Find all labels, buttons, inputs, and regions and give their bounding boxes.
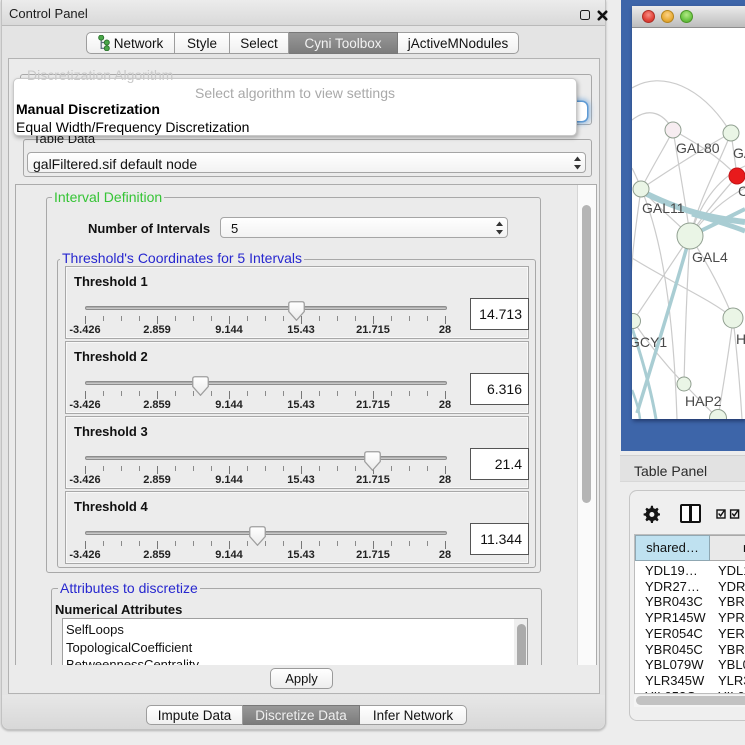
svg-text:GAL4: GAL4 xyxy=(692,249,728,265)
svg-text:GAL…: GAL… xyxy=(733,145,745,161)
svg-text:C…: C… xyxy=(738,183,745,199)
svg-text:HAP2: HAP2 xyxy=(685,393,722,409)
svg-text:GCY1: GCY1 xyxy=(632,334,667,350)
svg-text:GAL80: GAL80 xyxy=(676,140,720,156)
svg-text:GAL11: GAL11 xyxy=(642,200,685,216)
svg-text:H: H xyxy=(736,331,745,347)
